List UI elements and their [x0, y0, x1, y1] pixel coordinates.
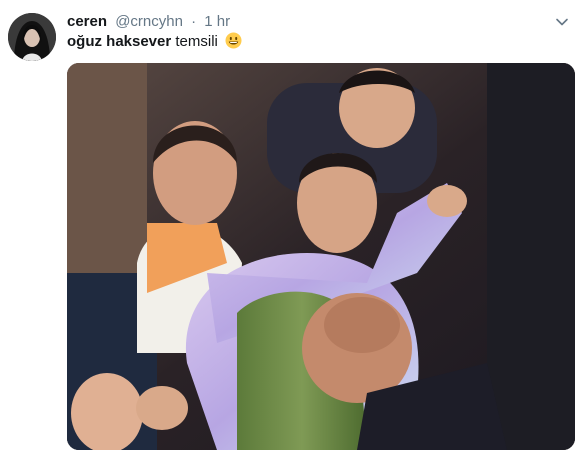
author-handle[interactable]: @crncyhn: [115, 13, 183, 30]
tweet-header: ceren @crncyhn · 1 hr: [67, 12, 230, 32]
tweet-text: oğuz haksever temsili: [67, 32, 242, 52]
tweet[interactable]: ceren @crncyhn · 1 hr oğuz haksever tems…: [0, 0, 582, 462]
author-name[interactable]: ceren: [67, 13, 107, 30]
separator-dot: ·: [191, 13, 197, 30]
tweet-photo[interactable]: [67, 63, 575, 450]
avatar[interactable]: [8, 13, 56, 61]
timestamp[interactable]: 1 hr: [204, 13, 230, 30]
smiling-face-icon: [225, 32, 242, 49]
chevron-down-icon[interactable]: [554, 14, 570, 30]
mention-text[interactable]: oğuz haksever: [67, 33, 171, 50]
tweet-body: temsili: [171, 33, 218, 50]
